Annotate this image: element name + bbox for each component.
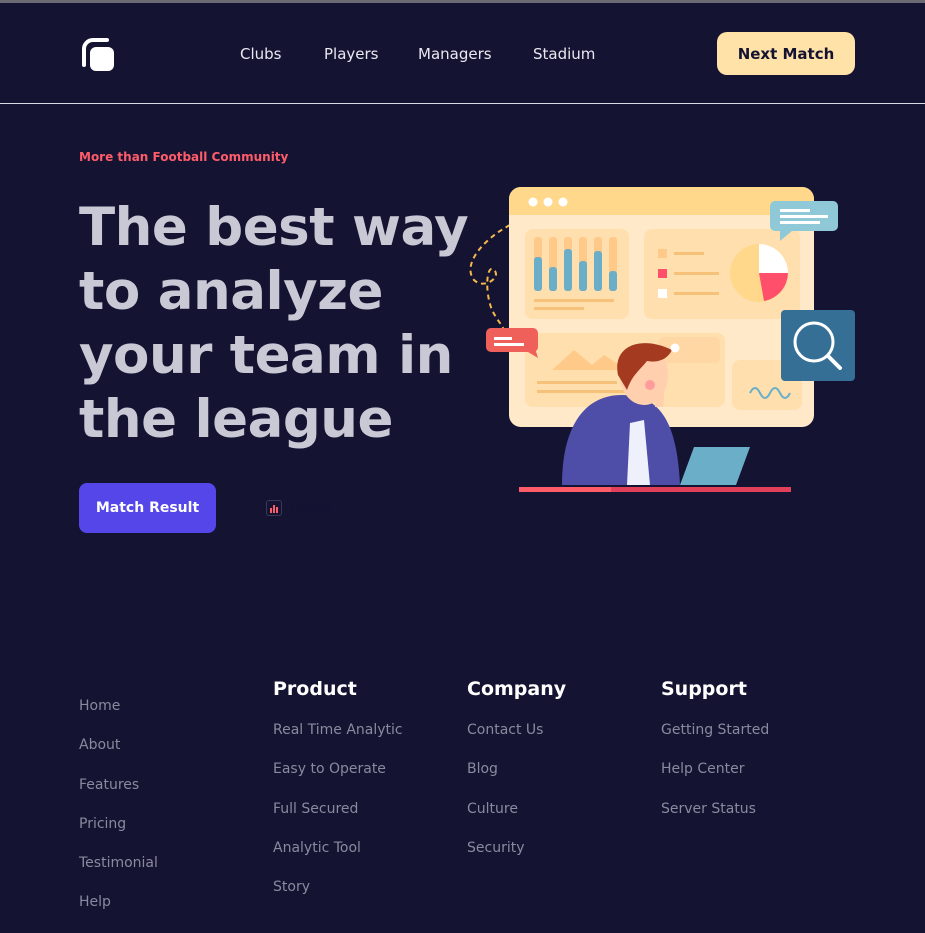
footer-heading-support: Support bbox=[661, 678, 747, 700]
footer-link-testimonial[interactable]: Testimonial bbox=[79, 854, 158, 893]
footer-link-getting-started[interactable]: Getting Started bbox=[661, 721, 769, 760]
footer-link-analytic-tool[interactable]: Analytic Tool bbox=[273, 839, 403, 878]
footer-link-security[interactable]: Security bbox=[467, 839, 566, 878]
footer-link-real-time-analytic[interactable]: Real Time Analytic bbox=[273, 721, 403, 760]
footer-column-product: Product Real Time Analytic Easy to Opera… bbox=[273, 678, 403, 917]
footer-heading-product: Product bbox=[273, 678, 357, 700]
footer-link-pricing[interactable]: Pricing bbox=[79, 815, 158, 854]
tables-link[interactable]: Tables bbox=[266, 498, 332, 518]
footer-link-full-secured[interactable]: Full Secured bbox=[273, 800, 403, 839]
footer-link-blog[interactable]: Blog bbox=[467, 760, 566, 799]
footer-link-easy-to-operate[interactable]: Easy to Operate bbox=[273, 760, 403, 799]
nav-link-managers[interactable]: Managers bbox=[418, 45, 492, 63]
footer-column-company: Company Contact Us Blog Culture Security bbox=[467, 678, 566, 878]
footer-heading-company: Company bbox=[467, 678, 567, 700]
footer-link-help-center[interactable]: Help Center bbox=[661, 760, 769, 799]
hero-tagline: More than Football Community bbox=[79, 150, 289, 164]
hero-title: The best way to analyze your team in the… bbox=[79, 197, 469, 450]
tables-link-label: Tables bbox=[288, 500, 332, 516]
footer-link-help[interactable]: Help bbox=[79, 893, 158, 932]
logo-icon[interactable] bbox=[81, 37, 115, 73]
footer-column-support: Support Getting Started Help Center Serv… bbox=[661, 678, 769, 839]
footer-link-culture[interactable]: Culture bbox=[467, 800, 566, 839]
footer-link-about[interactable]: About bbox=[79, 736, 158, 775]
footer-link-features[interactable]: Features bbox=[79, 776, 158, 815]
nav-link-clubs[interactable]: Clubs bbox=[240, 45, 281, 63]
next-match-button[interactable]: Next Match bbox=[717, 32, 855, 75]
footer-link-contact-us[interactable]: Contact Us bbox=[467, 721, 566, 760]
footer-link-story[interactable]: Story bbox=[273, 878, 403, 917]
footer-link-server-status[interactable]: Server Status bbox=[661, 800, 769, 839]
match-result-button[interactable]: Match Result bbox=[79, 483, 216, 533]
nav-link-players[interactable]: Players bbox=[324, 45, 379, 63]
footer-link-home[interactable]: Home bbox=[79, 697, 158, 736]
nav-link-stadium[interactable]: Stadium bbox=[533, 45, 595, 63]
bar-chart-icon bbox=[266, 500, 282, 516]
site-header: Clubs Players Managers Stadium Next Matc… bbox=[0, 3, 925, 104]
analytics-illustration bbox=[469, 187, 855, 492]
footer-main-links: Home About Features Pricing Testimonial … bbox=[79, 697, 158, 933]
